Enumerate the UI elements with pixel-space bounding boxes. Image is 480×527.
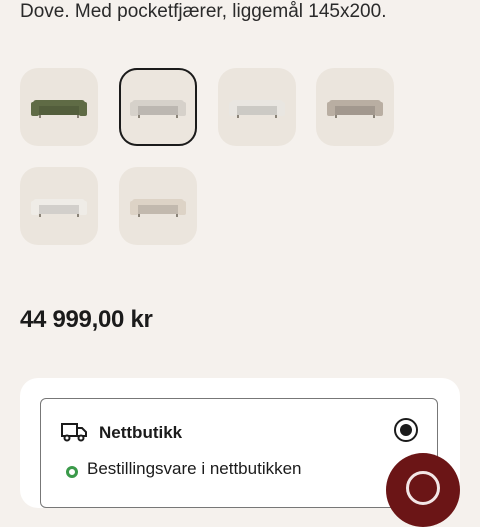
truck-icon bbox=[61, 423, 87, 442]
chat-icon bbox=[406, 471, 440, 505]
sofa-variant-olive[interactable] bbox=[20, 68, 98, 146]
product-description: Dove. Med pocketfjærer, liggemål 145x200… bbox=[20, 1, 387, 22]
corner-sofa-image bbox=[229, 100, 285, 118]
corner-sofa-image bbox=[327, 100, 383, 118]
sofa-variant-off-white[interactable] bbox=[20, 167, 98, 245]
sofa-variant-light-grey[interactable] bbox=[119, 68, 197, 146]
delivery-option-radio[interactable] bbox=[394, 418, 418, 442]
corner-sofa-image bbox=[31, 199, 87, 217]
sofa-variant-white[interactable] bbox=[218, 68, 296, 146]
delivery-option-nettbutikk[interactable]: Nettbutikk Bestillingsvare i nettbutikke… bbox=[40, 398, 438, 508]
sofa-variant-beige[interactable] bbox=[119, 167, 197, 245]
radio-selected-dot bbox=[400, 424, 412, 436]
corner-sofa-image bbox=[130, 199, 186, 217]
corner-sofa-image bbox=[31, 100, 87, 118]
chat-button[interactable] bbox=[386, 453, 460, 527]
product-price: 44 999,00 kr bbox=[20, 306, 153, 333]
availability-status-text: Bestillingsvare i nettbutikken bbox=[87, 459, 302, 478]
availability-status-icon bbox=[66, 466, 78, 478]
delivery-option-title: Nettbutikk bbox=[99, 423, 183, 442]
sofa-variant-taupe[interactable] bbox=[316, 68, 394, 146]
corner-sofa-image bbox=[130, 100, 186, 118]
